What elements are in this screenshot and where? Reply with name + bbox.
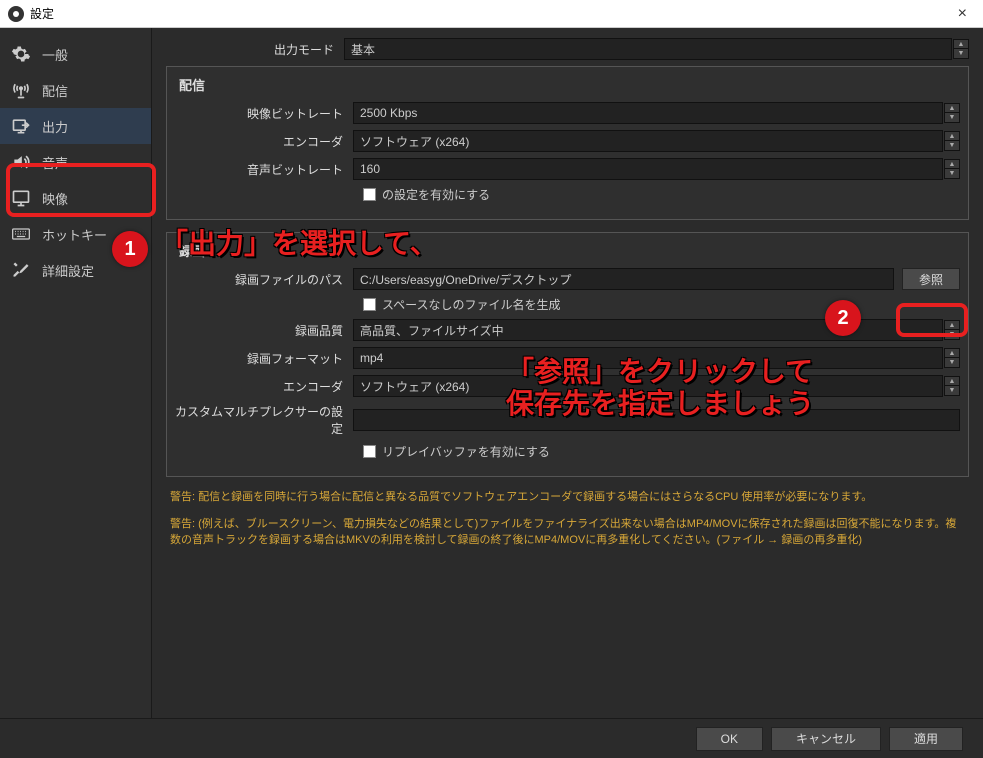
content-area: 出力モード 基本 ▲▼ 配信 映像ビットレート 2500 Kbps ▲▼ エンコ… (152, 28, 983, 718)
broadcast-icon (10, 79, 32, 101)
browse-button[interactable]: 参照 (902, 268, 960, 290)
record-encoder-spinner[interactable]: ▲▼ (944, 376, 960, 396)
output-mode-spinner[interactable]: ▲▼ (953, 39, 969, 59)
window-title: 設定 (30, 5, 54, 22)
replay-buffer-checkbox-label: リプレイバッファを有効にする (382, 443, 550, 460)
sidebar-item-general[interactable]: 一般 (0, 36, 151, 72)
sidebar-item-label: 詳細設定 (42, 261, 94, 280)
sidebar-item-label: ホットキー (42, 225, 107, 244)
sidebar-item-audio[interactable]: 音声 (0, 144, 151, 180)
audio-bitrate-label: 音声ビットレート (175, 161, 353, 178)
stream-panel: 配信 映像ビットレート 2500 Kbps ▲▼ エンコーダ ソフトウェア (x… (166, 66, 969, 220)
no-space-checkbox-label: スペースなしのファイル名を生成 (382, 296, 561, 313)
video-bitrate-label: 映像ビットレート (175, 105, 353, 122)
sidebar-item-label: 出力 (42, 117, 68, 136)
app-icon (8, 6, 24, 22)
video-bitrate-spinner[interactable]: ▲▼ (944, 103, 960, 123)
advanced-encoder-checkbox[interactable] (363, 188, 376, 201)
record-encoder-label: エンコーダ (175, 378, 353, 395)
record-quality-spinner[interactable]: ▲▼ (944, 320, 960, 340)
record-quality-select[interactable]: 高品質、ファイルサイズ中 (353, 319, 943, 341)
muxer-input[interactable] (353, 409, 960, 431)
warning-text-2: 警告: (例えば、ブルースクリーン、電力損失などの結果として)ファイルをファイナ… (166, 516, 969, 549)
muxer-label: カスタムマルチプレクサーの設定 (175, 403, 353, 437)
sidebar-item-advanced[interactable]: 詳細設定 (0, 252, 151, 288)
speaker-icon (10, 151, 32, 173)
sidebar-item-label: 配信 (42, 81, 68, 100)
record-panel: 録画 録画ファイルのパス C:/Users/easyg/OneDrive/デスク… (166, 232, 969, 477)
sidebar-item-label: 音声 (42, 153, 68, 172)
no-space-checkbox[interactable] (363, 298, 376, 311)
replay-buffer-checkbox[interactable] (363, 445, 376, 458)
stream-encoder-select[interactable]: ソフトウェア (x264) (353, 130, 943, 152)
video-bitrate-input[interactable]: 2500 Kbps (353, 102, 943, 124)
stream-encoder-spinner[interactable]: ▲▼ (944, 131, 960, 151)
output-mode-select[interactable]: 基本 (344, 38, 952, 60)
output-mode-label: 出力モード (166, 41, 344, 58)
record-path-label: 録画ファイルのパス (175, 271, 353, 288)
audio-bitrate-spinner[interactable]: ▲▼ (944, 159, 960, 179)
stream-encoder-label: エンコーダ (175, 133, 353, 150)
footer: OK キャンセル 適用 (0, 718, 983, 758)
titlebar: 設定 × (0, 0, 983, 28)
advanced-encoder-checkbox-label: の設定を有効にする (382, 186, 490, 203)
stream-panel-title: 配信 (175, 75, 960, 94)
audio-bitrate-select[interactable]: 160 (353, 158, 943, 180)
keyboard-icon (10, 223, 32, 245)
warning-text-1: 警告: 配信と録画を同時に行う場合に配信と異なる品質でソフトウェアエンコーダで録… (166, 489, 969, 506)
output-icon (10, 115, 32, 137)
close-button[interactable]: × (950, 5, 975, 23)
record-quality-label: 録画品質 (175, 322, 353, 339)
record-format-select[interactable]: mp4 (353, 347, 943, 369)
sidebar: 一般 配信 出力 音声 映像 ホットキー 詳細設定 (0, 28, 152, 718)
monitor-icon (10, 187, 32, 209)
cancel-button[interactable]: キャンセル (771, 727, 881, 751)
record-format-label: 録画フォーマット (175, 350, 353, 367)
sidebar-item-hotkeys[interactable]: ホットキー (0, 216, 151, 252)
sidebar-item-video[interactable]: 映像 (0, 180, 151, 216)
record-encoder-select[interactable]: ソフトウェア (x264) (353, 375, 943, 397)
record-format-spinner[interactable]: ▲▼ (944, 348, 960, 368)
apply-button[interactable]: 適用 (889, 727, 963, 751)
sidebar-item-label: 映像 (42, 189, 68, 208)
record-path-input[interactable]: C:/Users/easyg/OneDrive/デスクトップ (353, 268, 894, 290)
sidebar-item-output[interactable]: 出力 (0, 108, 151, 144)
sidebar-item-stream[interactable]: 配信 (0, 72, 151, 108)
sidebar-item-label: 一般 (42, 45, 68, 64)
tools-icon (10, 259, 32, 281)
ok-button[interactable]: OK (696, 727, 763, 751)
gear-icon (10, 43, 32, 65)
record-panel-title: 録画 (175, 241, 960, 260)
